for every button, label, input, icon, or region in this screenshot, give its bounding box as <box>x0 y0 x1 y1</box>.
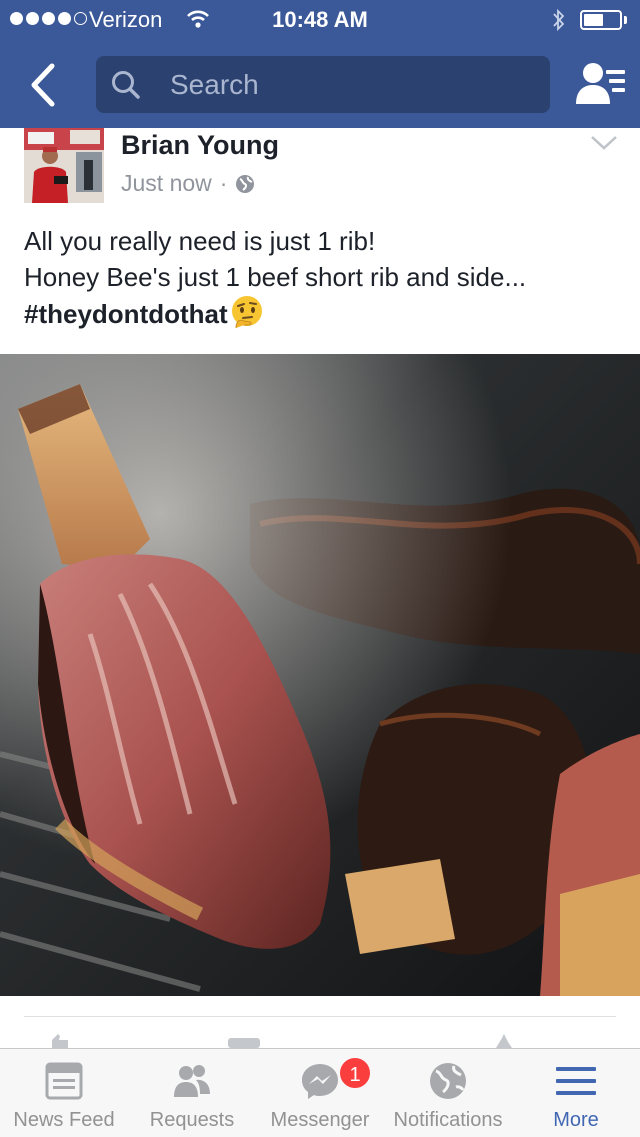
post-text-line: All you really need is just 1 rib! <box>24 226 376 256</box>
tab-notifications[interactable]: Notifications <box>384 1049 512 1137</box>
tab-label: Notifications <box>393 1109 503 1131</box>
post-text-line: Honey Bee's just 1 beef short rib and si… <box>24 262 527 292</box>
post-timestamp[interactable]: Just now <box>121 170 212 197</box>
battery-level <box>584 14 603 26</box>
meta-separator: · <box>219 170 228 196</box>
search-bar[interactable] <box>96 56 550 113</box>
tab-requests[interactable]: Requests <box>128 1049 256 1137</box>
post-hashtag[interactable]: #theydontdothat <box>24 299 228 329</box>
search-icon <box>112 71 140 99</box>
news-feed-icon <box>45 1062 83 1100</box>
post-photo[interactable] <box>0 354 640 996</box>
post-options-chevron-icon[interactable] <box>590 134 618 152</box>
friends-list-icon[interactable] <box>576 62 628 106</box>
post-text: All you really need is just 1 rib! Honey… <box>24 223 624 332</box>
like-icon[interactable] <box>44 1034 74 1048</box>
divider <box>24 1016 616 1017</box>
avatar[interactable] <box>24 128 104 203</box>
post-author[interactable]: Brian Young <box>121 130 279 161</box>
comment-icon[interactable] <box>228 1038 260 1048</box>
globe-icon <box>430 1063 466 1099</box>
thinking-face-emoji-icon <box>231 296 262 329</box>
post-card: Brian Young Just now · All you really ne… <box>0 128 640 355</box>
status-time: 10:48 AM <box>272 7 368 32</box>
navigation-bar: Verizon 10:48 AM <box>0 0 640 128</box>
tab-bar: News Feed Requests Messenger Notificatio… <box>0 1048 640 1137</box>
bluetooth-icon <box>553 8 565 32</box>
search-input[interactable] <box>170 56 530 113</box>
globe-icon <box>236 174 255 193</box>
status-bar: Verizon 10:48 AM <box>0 0 640 40</box>
messenger-unread-badge: 1 <box>338 1056 372 1090</box>
post-actions-bar <box>0 996 640 1048</box>
tab-label: More <box>553 1109 599 1131</box>
tab-more[interactable]: More <box>512 1049 640 1137</box>
battery-tip <box>624 16 627 24</box>
back-arrow-icon[interactable] <box>24 60 64 110</box>
battery-icon <box>580 10 622 30</box>
share-icon[interactable] <box>488 1034 518 1048</box>
messenger-icon <box>302 1064 338 1099</box>
friend-requests-icon <box>174 1065 210 1097</box>
menu-icon <box>556 1067 596 1095</box>
tab-label: Requests <box>149 1109 235 1131</box>
tab-news-feed[interactable]: News Feed <box>0 1049 128 1137</box>
tab-label: Messenger <box>270 1109 370 1131</box>
post-meta: Just now · <box>121 170 255 197</box>
